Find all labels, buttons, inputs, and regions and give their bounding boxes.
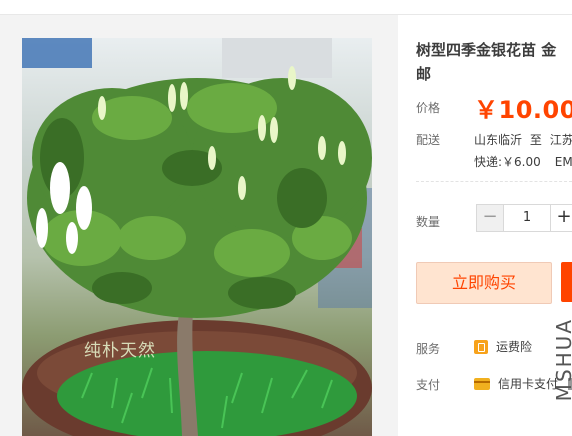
buy-now-button[interactable]: 立即购买	[416, 262, 552, 304]
insurance-icon	[474, 339, 488, 354]
add-to-cart-button[interactable]	[561, 262, 572, 302]
product-title-line2: 邮	[416, 65, 432, 83]
image-watermark: 纯朴天然	[84, 341, 156, 361]
shipping-to-word: 至	[529, 133, 542, 147]
express-fee: 快递:￥6.00	[474, 155, 541, 169]
ems-fee: EM	[554, 155, 572, 169]
shipping-label: 配送	[416, 133, 441, 147]
product-title: 树型四季金银花苗 金 邮	[416, 38, 572, 86]
quantity-input[interactable]: 1	[504, 204, 551, 232]
shipping-from[interactable]: 山东临沂	[474, 133, 522, 147]
site-watermark: MSHUA	[552, 318, 572, 402]
quantity-decrease-button[interactable]: −	[476, 204, 504, 232]
price-label: 价格	[416, 101, 441, 115]
product-title-line1: 树型四季金银花苗 金	[416, 41, 557, 59]
payment-item-text: 信用卡支付	[498, 377, 559, 391]
price-value: ￥10.00	[474, 96, 572, 124]
honeysuckle-plant-photo	[22, 38, 372, 436]
service-item-text: 运费险	[496, 340, 533, 354]
service-item[interactable]: 运费险	[474, 338, 532, 355]
service-label: 服务	[416, 342, 441, 356]
credit-card-icon	[474, 377, 490, 390]
shipping-fee: 快递:￥6.00 EM	[474, 153, 572, 170]
payment-label: 支付	[416, 378, 441, 392]
shipping-route: 山东临沂 至 江苏	[474, 131, 572, 148]
payment-item[interactable]: 信用卡支付	[474, 375, 558, 392]
quantity-label: 数量	[416, 215, 441, 229]
dashed-divider	[416, 181, 572, 182]
product-main-image[interactable]: 纯朴天然	[22, 38, 372, 436]
quantity-increase-button[interactable]: +	[551, 204, 572, 232]
quantity-stepper: − 1 +	[476, 204, 572, 232]
shipping-to[interactable]: 江苏	[550, 133, 572, 147]
